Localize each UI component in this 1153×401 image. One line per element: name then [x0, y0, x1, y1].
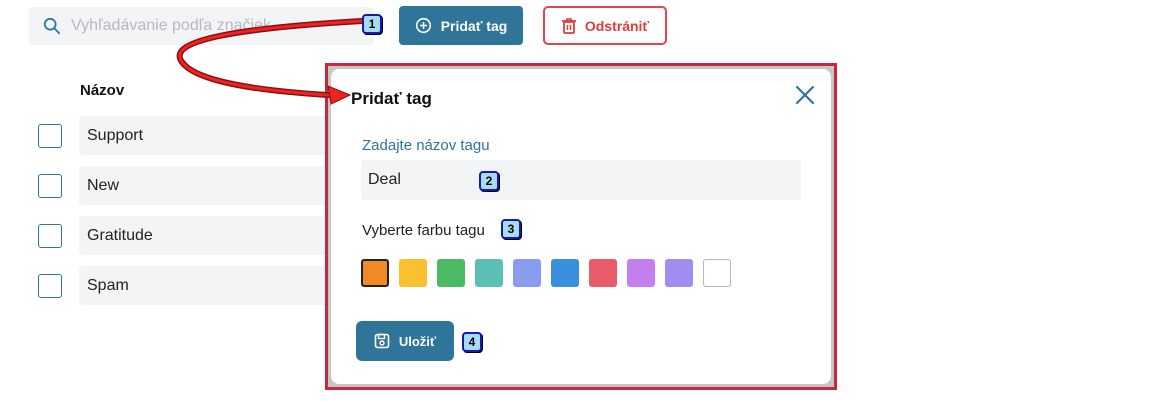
table-row[interactable]: Gratitude [79, 216, 339, 255]
color-swatches [361, 259, 731, 287]
search-input[interactable] [69, 16, 363, 36]
search-icon [43, 17, 61, 35]
tag-color-label: Vyberte farbu tagu [362, 222, 485, 239]
row-checkbox[interactable] [38, 274, 62, 298]
color-swatch[interactable] [589, 259, 617, 287]
delete-label: Odstrániť [584, 17, 650, 34]
save-label: Uložiť [398, 333, 437, 349]
trash-icon [561, 17, 576, 34]
dialog-title: Pridať tag [351, 89, 432, 108]
save-button[interactable]: Uložiť [356, 321, 454, 361]
column-header-name: Názov [80, 82, 125, 99]
row-name: Spam [87, 276, 129, 294]
step-callout-3: 3 [501, 219, 521, 239]
table-row[interactable]: New [79, 166, 339, 205]
step-callout-1: 1 [362, 14, 382, 34]
step-callout-4: 4 [462, 332, 482, 352]
add-tag-label: Pridať tag [440, 17, 508, 34]
color-swatch[interactable] [437, 259, 465, 287]
color-swatch[interactable] [399, 259, 427, 287]
table-row[interactable]: Spam [79, 266, 339, 305]
step-callout-2: 2 [479, 171, 499, 191]
save-icon [374, 333, 390, 349]
table-row[interactable]: Support [79, 116, 339, 155]
plus-circle-icon [415, 17, 431, 34]
row-checkbox[interactable] [38, 174, 62, 198]
row-name: New [87, 176, 120, 194]
add-tag-dialog: Pridať tag Zadajte názov tagu Vyberte fa… [331, 69, 831, 384]
color-swatch[interactable] [665, 259, 693, 287]
row-checkbox[interactable] [38, 124, 62, 148]
color-swatch[interactable] [703, 259, 731, 287]
color-swatch[interactable] [551, 259, 579, 287]
row-name: Support [87, 126, 144, 144]
modal-highlight-frame: Pridať tag Zadajte názov tagu Vyberte fa… [325, 63, 837, 390]
delete-button[interactable]: Odstrániť [543, 6, 667, 45]
tag-name-input[interactable] [361, 160, 801, 200]
row-name: Gratitude [87, 226, 153, 244]
color-swatch[interactable] [475, 259, 503, 287]
row-checkbox[interactable] [38, 224, 62, 248]
color-swatch[interactable] [627, 259, 655, 287]
tag-name-label: Zadajte názov tagu [362, 137, 490, 154]
close-icon[interactable] [793, 83, 817, 107]
search-bar[interactable] [29, 7, 374, 45]
color-swatch[interactable] [361, 259, 389, 287]
color-swatch[interactable] [513, 259, 541, 287]
add-tag-button[interactable]: Pridať tag [399, 6, 523, 45]
